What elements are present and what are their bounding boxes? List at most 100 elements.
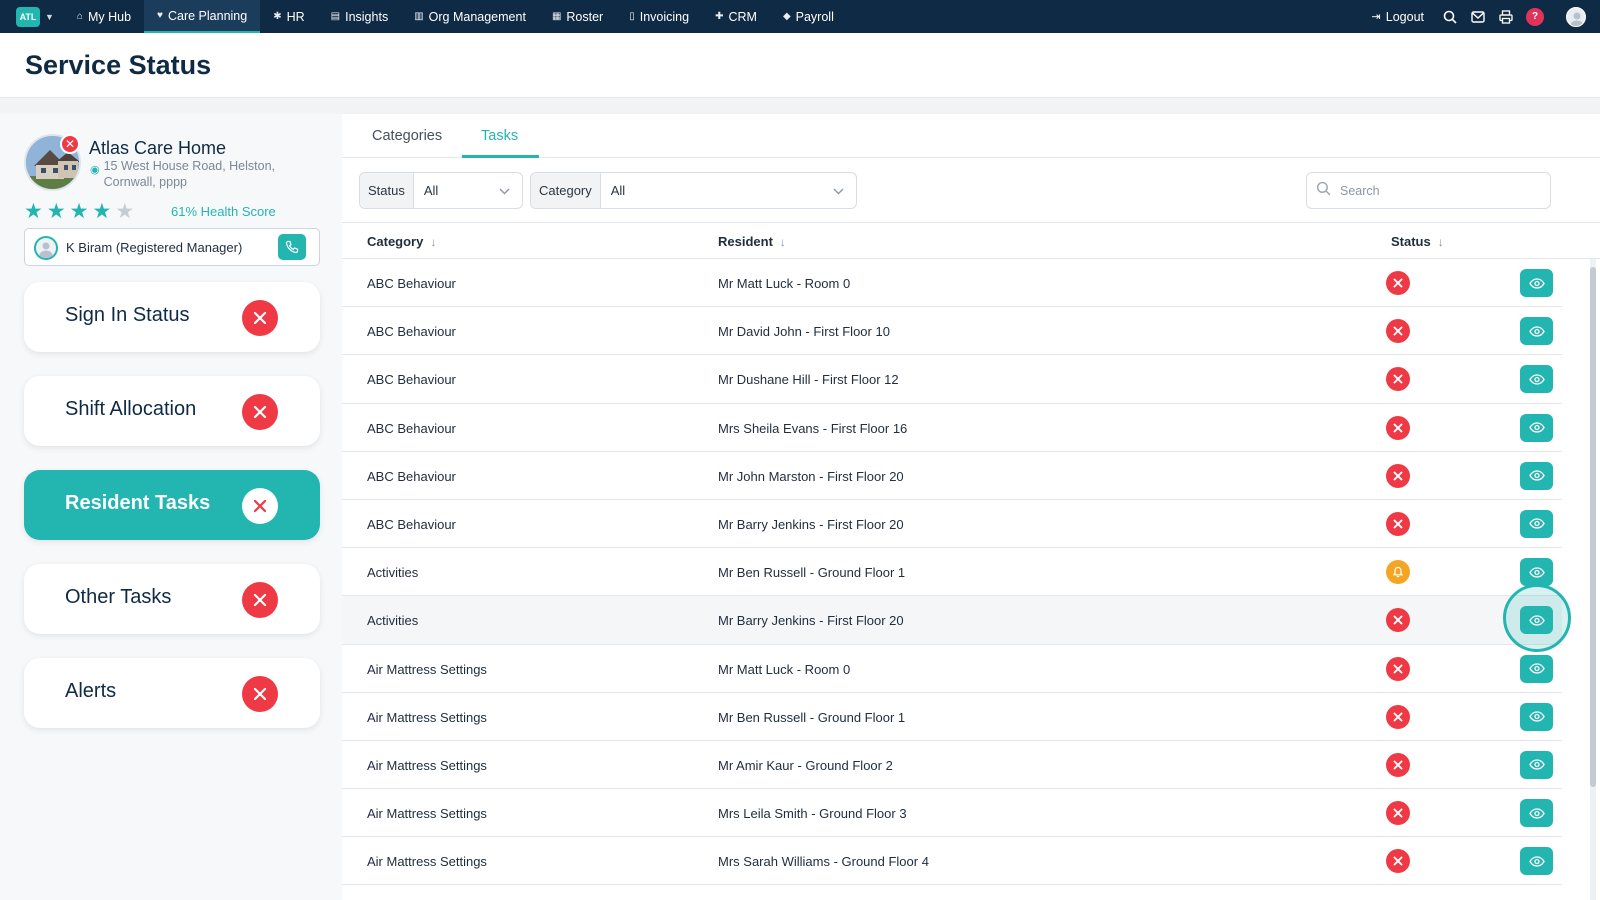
table-row[interactable]: Air Mattress Settings Mrs Leila Smith - G… <box>342 789 1562 838</box>
cell-resident: Mrs Sheila Evans - First Floor 16 <box>718 420 908 436</box>
nav-item-label: Org Management <box>428 9 526 24</box>
search-box <box>1306 172 1551 209</box>
service-sidebar: ✕ Atlas Care Home ◉ 15 West House Road, … <box>0 114 342 900</box>
view-task-button[interactable] <box>1520 702 1553 731</box>
search-input[interactable] <box>1340 183 1530 198</box>
chevron-down-icon[interactable]: ▼ <box>45 12 54 22</box>
status-card-other-tasks[interactable]: Other Tasks <box>24 564 320 634</box>
user-avatar[interactable] <box>1566 6 1586 27</box>
cell-category: ABC Behaviour <box>367 516 456 532</box>
column-header-resident[interactable]: Resident ↓ <box>718 234 786 249</box>
page-title: Service Status <box>25 50 212 80</box>
view-task-button[interactable] <box>1520 750 1553 779</box>
search-icon[interactable] <box>1442 9 1458 25</box>
view-task-button[interactable] <box>1520 413 1553 442</box>
people-icon: ✱ <box>273 11 282 22</box>
status-cross-icon <box>1386 367 1410 392</box>
help-icon[interactable]: ? <box>1526 7 1544 26</box>
chevron-down-icon <box>499 183 522 198</box>
cell-resident: Mr Amir Kaur - Ground Floor 2 <box>718 757 893 773</box>
calendar-icon: ▦ <box>551 11 562 22</box>
view-task-button[interactable] <box>1520 799 1553 828</box>
nav-item-invoicing[interactable]: ▯ Invoicing <box>616 0 702 33</box>
tasks-table-body: ABC Behaviour Mr Matt Luck - Room 0 ABC Be… <box>342 259 1571 886</box>
eye-icon <box>1528 615 1545 626</box>
nav-item-label: HR <box>286 9 305 24</box>
status-cross-icon <box>242 582 278 618</box>
logout-button[interactable]: ⇥ Logout <box>1372 10 1424 24</box>
table-row[interactable]: ABC Behaviour Mr Dushane Hill - First Flo… <box>342 355 1562 404</box>
table-row[interactable]: Air Mattress Settings Mrs Sarah Williams … <box>342 837 1562 886</box>
status-filter-select[interactable]: Status All <box>359 172 523 209</box>
sort-arrow-icon: ↓ <box>1437 234 1444 249</box>
nav-item-crm[interactable]: ✚ CRM <box>702 0 770 33</box>
table-row[interactable]: Air Mattress Settings Mr Ben Russell - Gr… <box>342 693 1562 741</box>
tab-categories[interactable]: Categories <box>372 128 442 144</box>
table-scrollbar[interactable] <box>1590 259 1596 900</box>
status-filter-label: Status <box>360 173 414 208</box>
table-row[interactable]: ABC Behaviour Mrs Sheila Evans - First Fl… <box>342 404 1562 452</box>
chevron-down-icon <box>833 183 856 198</box>
status-card-resident-tasks[interactable]: Resident Tasks <box>24 470 320 540</box>
nav-item-insights[interactable]: ▤ Insights <box>318 0 402 33</box>
nav-item-care-planning[interactable]: ♥ Care Planning <box>144 0 261 33</box>
view-task-button[interactable] <box>1520 606 1553 635</box>
view-task-button[interactable] <box>1520 558 1553 587</box>
app-logo[interactable]: ATL <box>16 6 40 27</box>
mail-icon[interactable] <box>1470 9 1486 25</box>
call-manager-button[interactable] <box>278 234 306 260</box>
care-home-name: Atlas Care Home <box>89 138 227 158</box>
view-task-button[interactable] <box>1520 461 1553 490</box>
table-row[interactable]: ABC Behaviour Mr Matt Luck - Room 0 <box>342 259 1562 308</box>
nav-item-payroll[interactable]: ◆ Payroll <box>770 0 847 33</box>
cell-resident: Mr Barry Jenkins - First Floor 20 <box>718 613 904 629</box>
status-card-sign-in[interactable]: Sign In Status <box>24 282 320 352</box>
nav-item-label: Care Planning <box>167 8 248 23</box>
column-label: Resident <box>718 234 773 249</box>
column-header-category[interactable]: Category ↓ <box>367 234 436 249</box>
cell-category: Air Mattress Settings <box>367 709 487 725</box>
tag-icon: ◆ <box>782 11 791 22</box>
logout-label: Logout <box>1385 9 1424 24</box>
table-row[interactable]: ABC Behaviour Mr Barry Jenkins - First Fl… <box>342 500 1562 549</box>
status-cross-icon <box>242 394 278 430</box>
status-card-label: Sign In Status <box>65 304 190 326</box>
person-plus-icon: ✚ <box>715 11 724 22</box>
registered-manager-box: K Biram (Registered Manager) <box>24 228 320 266</box>
view-task-button[interactable] <box>1520 654 1553 683</box>
manager-avatar <box>34 236 58 260</box>
view-task-button[interactable] <box>1520 509 1553 538</box>
nav-item-label: Insights <box>345 9 389 24</box>
print-icon[interactable] <box>1498 9 1514 25</box>
scrollbar-thumb[interactable] <box>1590 267 1596 787</box>
table-row[interactable]: Air Mattress Settings Mr Matt Luck - Room… <box>342 645 1562 693</box>
nav-item-org-management[interactable]: ▥ Org Management <box>401 0 539 33</box>
tab-tasks[interactable]: Tasks <box>481 128 518 144</box>
column-header-status[interactable]: Status ↓ <box>1391 234 1444 249</box>
chart-icon: ▤ <box>330 11 341 22</box>
cell-category: Air Mattress Settings <box>367 806 487 822</box>
nav-item-hr[interactable]: ✱ HR <box>260 0 317 33</box>
table-row[interactable]: Activities Mr Barry Jenkins - First Floor… <box>342 584 1571 653</box>
view-task-button[interactable] <box>1520 365 1553 394</box>
table-row[interactable]: Air Mattress Settings Mr Amir Kaur - Grou… <box>342 741 1562 790</box>
nav-item-my-hub[interactable]: ⌂ My Hub <box>64 0 144 33</box>
cell-category: Air Mattress Settings <box>367 854 487 870</box>
status-cross-icon <box>1386 801 1410 826</box>
status-card-shift-allocation[interactable]: Shift Allocation <box>24 376 320 446</box>
close-icon[interactable]: ✕ <box>60 134 80 154</box>
status-card-alerts[interactable]: Alerts <box>24 658 320 728</box>
eye-icon <box>1528 326 1545 337</box>
cell-category: Air Mattress Settings <box>367 757 487 773</box>
nav-right-tools: ⇥ Logout ? <box>1372 6 1600 27</box>
nav-item-roster[interactable]: ▦ Roster <box>539 0 616 33</box>
page-header: Service Status <box>0 33 1600 98</box>
table-row[interactable]: Activities Mr Ben Russell - Ground Floor … <box>342 548 1562 597</box>
view-task-button[interactable] <box>1520 847 1553 876</box>
view-task-button[interactable] <box>1520 269 1553 297</box>
table-row[interactable]: ABC Behaviour Mr John Marston - First Flo… <box>342 452 1562 500</box>
table-header: Category ↓ Resident ↓ Status ↓ <box>342 223 1600 259</box>
table-row[interactable]: ABC Behaviour Mr David John - First Floor… <box>342 307 1562 356</box>
category-filter-select[interactable]: Category All <box>530 172 857 209</box>
view-task-button[interactable] <box>1520 317 1553 346</box>
